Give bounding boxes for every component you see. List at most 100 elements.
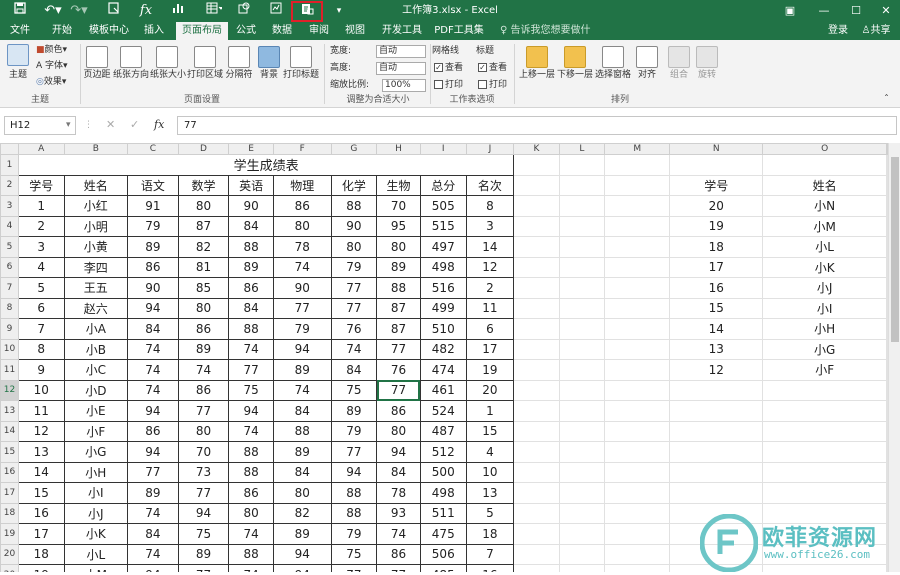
- login-link[interactable]: 登录: [824, 22, 852, 40]
- cell[interactable]: [669, 482, 764, 504]
- header-cell[interactable]: 姓名: [63, 174, 129, 196]
- cell[interactable]: [604, 195, 671, 217]
- data-cell[interactable]: 94: [127, 441, 179, 463]
- data-cell[interactable]: 小H: [63, 461, 129, 483]
- cell[interactable]: [604, 318, 671, 340]
- cell[interactable]: [513, 154, 560, 176]
- side-data-cell[interactable]: 小J: [762, 277, 887, 299]
- column-header[interactable]: O: [762, 143, 887, 155]
- side-data-cell[interactable]: 小K: [762, 256, 887, 278]
- data-cell[interactable]: 12: [17, 420, 65, 442]
- data-cell[interactable]: 8: [17, 338, 65, 360]
- side-data-cell[interactable]: 小N: [762, 195, 887, 217]
- print-titles-icon[interactable]: [291, 1, 323, 22]
- tab-view[interactable]: 视图: [341, 22, 369, 40]
- rotate-icon[interactable]: [696, 46, 718, 68]
- cell[interactable]: [558, 461, 606, 483]
- side-data-cell[interactable]: 13: [669, 338, 764, 360]
- data-cell[interactable]: 79: [330, 523, 378, 545]
- data-cell[interactable]: 80: [177, 297, 230, 319]
- data-cell[interactable]: 14: [465, 236, 515, 258]
- data-cell[interactable]: 88: [228, 543, 274, 565]
- data-cell[interactable]: 9: [17, 359, 65, 381]
- data-cell[interactable]: 79: [272, 318, 332, 340]
- orientation-icon[interactable]: [120, 46, 142, 68]
- cell[interactable]: [513, 359, 560, 381]
- data-cell[interactable]: 19: [17, 564, 65, 572]
- header-cell[interactable]: 总分: [419, 174, 467, 196]
- side-header-cell[interactable]: 学号: [669, 174, 764, 196]
- data-cell[interactable]: 94: [272, 338, 332, 360]
- data-cell[interactable]: 12: [465, 256, 515, 278]
- data-cell[interactable]: 91: [127, 195, 179, 217]
- cell[interactable]: [558, 195, 606, 217]
- print-area-icon[interactable]: [194, 46, 216, 68]
- row-header[interactable]: 18: [0, 502, 19, 524]
- cell[interactable]: [513, 256, 560, 278]
- data-cell[interactable]: 小L: [63, 543, 129, 565]
- data-cell[interactable]: 7: [17, 318, 65, 340]
- column-header[interactable]: H: [376, 143, 421, 155]
- cell[interactable]: [604, 174, 671, 196]
- row-header[interactable]: 6: [0, 256, 19, 278]
- data-cell[interactable]: 84: [228, 297, 274, 319]
- row-header[interactable]: 20: [0, 564, 19, 572]
- data-cell[interactable]: 75: [330, 379, 378, 401]
- tab-data[interactable]: 数据: [268, 22, 296, 40]
- data-cell[interactable]: 78: [376, 482, 421, 504]
- data-cell[interactable]: 2: [17, 215, 65, 237]
- tab-file[interactable]: 文件: [6, 22, 34, 40]
- side-data-cell[interactable]: 14: [669, 318, 764, 340]
- fonts-button[interactable]: A 字体▾: [36, 60, 68, 72]
- data-cell[interactable]: 1: [17, 195, 65, 217]
- cell[interactable]: [604, 215, 671, 237]
- row-header[interactable]: 9: [0, 318, 19, 340]
- data-cell[interactable]: 88: [272, 420, 332, 442]
- data-cell[interactable]: 74: [376, 523, 421, 545]
- group-icon[interactable]: [668, 46, 690, 68]
- data-cell[interactable]: 474: [419, 359, 467, 381]
- data-cell[interactable]: 89: [272, 523, 332, 545]
- name-box-dropdown-icon[interactable]: ▾: [66, 119, 71, 131]
- cell[interactable]: [669, 154, 764, 176]
- cell[interactable]: [762, 441, 887, 463]
- row-header[interactable]: 20: [0, 543, 19, 565]
- cell[interactable]: [604, 297, 671, 319]
- vertical-scrollbar[interactable]: [888, 143, 900, 572]
- data-cell[interactable]: 75: [228, 379, 274, 401]
- row-header[interactable]: 5: [0, 236, 19, 258]
- data-cell[interactable]: 74: [127, 502, 179, 524]
- cell[interactable]: [558, 359, 606, 381]
- data-cell[interactable]: 510: [419, 318, 467, 340]
- header-cell[interactable]: 化学: [330, 174, 378, 196]
- side-data-cell[interactable]: 19: [669, 215, 764, 237]
- cell[interactable]: [558, 400, 606, 422]
- data-cell[interactable]: 89: [376, 256, 421, 278]
- themes-icon[interactable]: [7, 44, 29, 66]
- table-icon[interactable]: [202, 2, 226, 20]
- ribbon-display-icon[interactable]: ▣: [780, 3, 800, 19]
- data-cell[interactable]: 小I: [63, 482, 129, 504]
- align-label[interactable]: 对齐: [632, 70, 662, 81]
- cell[interactable]: [762, 482, 887, 504]
- shape-icon[interactable]: [234, 2, 254, 20]
- bring-forward-icon[interactable]: [526, 46, 548, 68]
- active-cell[interactable]: 77: [376, 379, 421, 401]
- cell[interactable]: [513, 400, 560, 422]
- header-cell[interactable]: 名次: [465, 174, 515, 196]
- data-cell[interactable]: 77: [330, 564, 378, 572]
- data-cell[interactable]: 77: [177, 564, 230, 572]
- row-header[interactable]: 4: [0, 215, 19, 237]
- data-cell[interactable]: 80: [228, 502, 274, 524]
- data-cell[interactable]: 505: [419, 195, 467, 217]
- customize-icon[interactable]: ▾: [333, 2, 345, 20]
- data-cell[interactable]: 79: [330, 420, 378, 442]
- headings-view-checkbox[interactable]: ✓ 查看: [478, 62, 507, 74]
- cell[interactable]: [513, 523, 560, 545]
- data-cell[interactable]: 小K: [63, 523, 129, 545]
- cell[interactable]: [558, 502, 606, 524]
- side-data-cell[interactable]: 12: [669, 359, 764, 381]
- cell[interactable]: [558, 420, 606, 442]
- cell[interactable]: [513, 379, 560, 401]
- data-cell[interactable]: 89: [272, 359, 332, 381]
